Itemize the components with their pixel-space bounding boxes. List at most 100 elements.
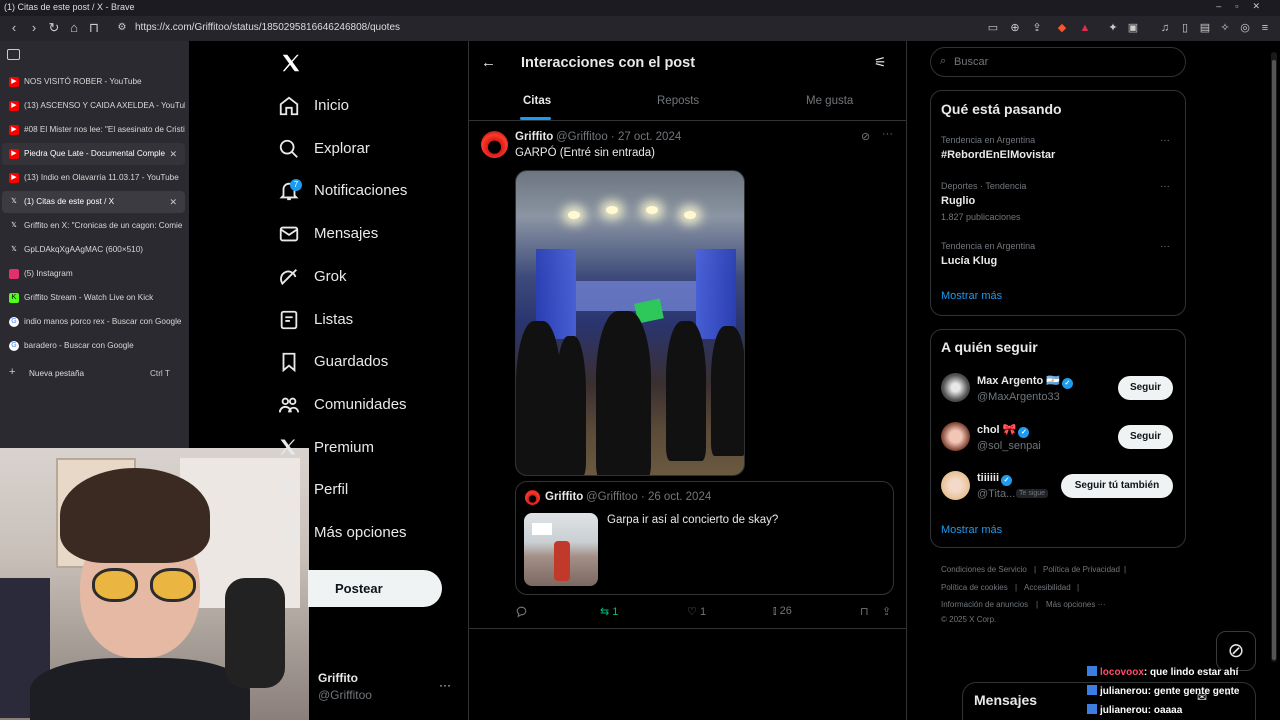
trend-name[interactable]: Ruglio <box>941 195 975 207</box>
reload-icon[interactable]: ↻ <box>46 20 62 36</box>
suggest-handle[interactable]: @sol_senpai <box>977 440 1041 452</box>
avatar[interactable] <box>941 471 970 500</box>
footer-more-link[interactable]: Más opciones ··· <box>1046 600 1106 609</box>
more-icon[interactable]: ··· <box>1160 241 1170 252</box>
grok-fab-button[interactable]: ⊘ <box>1216 631 1256 671</box>
follow-back-button[interactable]: Seguir tú también <box>1061 474 1173 498</box>
suggest-name[interactable]: tiiiiii ✓ <box>977 472 1012 486</box>
close-tab-icon[interactable]: ✕ <box>169 191 177 213</box>
tab-title: (5) Instagram <box>24 269 73 278</box>
account-name[interactable]: Griffito <box>318 671 358 685</box>
back-arrow-icon[interactable]: ← <box>481 54 496 71</box>
tab-citas[interactable]: Citas <box>523 95 551 107</box>
zoom-icon[interactable]: ⊕ <box>1008 21 1022 35</box>
vpn-icon[interactable]: ◎ <box>1238 21 1252 35</box>
post-author-name[interactable]: Griffito <box>515 131 553 143</box>
suggest-handle[interactable]: @Tita... <box>977 488 1015 500</box>
new-tab-shortcut: Ctrl T <box>150 369 170 378</box>
tab-item[interactable]: ▶ #08 El Mister nos lee: "El asesinato de… <box>2 119 185 141</box>
chat-message: julianerou: oaaaa <box>1087 704 1182 716</box>
nav-item-label: Comunidades <box>314 395 407 413</box>
follow-button[interactable]: Seguir <box>1118 376 1173 400</box>
media-icon[interactable]: ♫ <box>1158 21 1172 35</box>
search-icon <box>278 138 302 162</box>
plus-icon[interactable]: + <box>9 366 15 378</box>
cast-icon[interactable]: ▭ <box>986 21 1000 35</box>
tab-item[interactable]: 𝕏 GpLDAkqXgAAgMAC (600×510) <box>2 239 185 261</box>
address-bar[interactable]: https://x.com/Griffitoo/status/185029581… <box>135 22 400 33</box>
avatar[interactable] <box>941 373 970 402</box>
follows-you-badge: Te sigue <box>1016 489 1049 498</box>
share-icon[interactable]: ⇪ <box>882 605 891 618</box>
extensions-icon[interactable]: ✦ <box>1106 21 1120 35</box>
tab-item[interactable]: 𝕏 (1) Citas de este post / X ✕ <box>2 191 185 213</box>
footer-privacy-link[interactable]: Política de Privacidad <box>1043 565 1120 574</box>
leo-icon[interactable]: ✧ <box>1218 21 1232 35</box>
nav-item-label: Inicio <box>314 97 350 114</box>
brave-shield-icon[interactable]: ◆ <box>1055 21 1069 35</box>
who-show-more[interactable]: Mostrar más <box>941 524 1002 536</box>
follow-button[interactable]: Seguir <box>1118 425 1173 449</box>
tab-item[interactable]: Gbaradero - Buscar con Google <box>2 335 185 357</box>
footer-cookies-link[interactable]: Política de cookies <box>941 583 1008 592</box>
scrollbar-thumb[interactable] <box>1272 60 1276 660</box>
window-controls[interactable]: –▫✕ <box>1216 1 1274 12</box>
filter-icon[interactable]: ⚟ <box>874 54 887 71</box>
sidebar-toggle-icon[interactable]: ▯ <box>1178 21 1192 35</box>
tab-item[interactable]: Gindio manos porco rex - Buscar con Goog… <box>2 311 185 333</box>
views-button[interactable]: ⫾ 26 <box>773 605 792 618</box>
trend-name[interactable]: Lucía Klug <box>941 255 997 267</box>
forward-icon[interactable]: › <box>26 20 42 36</box>
reply-icon[interactable] <box>515 605 528 618</box>
new-tab-button[interactable]: Nueva pestaña <box>29 369 84 378</box>
footer-ads-link[interactable]: Información de anuncios <box>941 600 1028 609</box>
tab-item[interactable]: (5) Instagram <box>2 263 185 285</box>
post-button[interactable]: Postear <box>308 570 442 607</box>
footer-terms-link[interactable]: Condiciones de Servicio <box>941 565 1027 574</box>
account-handle[interactable]: @Griffitoo <box>318 688 372 702</box>
tab-item[interactable]: ▶ (13) ASCENSO Y CAIDA AXELDEA - YouTube <box>2 95 185 117</box>
avatar[interactable] <box>481 131 508 158</box>
post-author-handle[interactable]: @Griffitoo · 27 oct. 2024 <box>556 131 681 143</box>
post-photo[interactable] <box>515 170 745 476</box>
tab-me-gusta[interactable]: Me gusta <box>806 95 853 107</box>
tab-item[interactable]: K Griffito Stream - Watch Live on Kick <box>2 287 185 309</box>
tab-title: Griffito en X: "Cronicas de un cagon: Co… <box>24 221 183 230</box>
suggest-handle[interactable]: @MaxArgento33 <box>977 391 1060 403</box>
bookmark-icon[interactable]: ⊓ <box>860 605 869 618</box>
suggest-name[interactable]: Max Argento 🇦🇷 ✓ <box>977 374 1073 389</box>
trend-count: 1.827 publicaciones <box>941 212 1021 222</box>
tab-item[interactable]: ▶ Piedra Que Late - Documental Comple ✕ <box>2 143 185 165</box>
repost-icon: ⇆ <box>600 606 610 618</box>
trend-name[interactable]: #RebordEnElMovistar <box>941 149 1055 161</box>
tab-reposts[interactable]: Reposts <box>657 95 699 107</box>
avatar[interactable] <box>941 422 970 451</box>
trends-show-more[interactable]: Mostrar más <box>941 290 1002 302</box>
tab-item[interactable]: ▶ (13) Indio en Olavarría 11.03.17 - YouT… <box>2 167 185 189</box>
site-info-icon[interactable]: ⚙ <box>114 20 130 36</box>
x-logo-icon[interactable] <box>280 52 302 74</box>
like-button[interactable]: ♡ 1 <box>687 605 706 618</box>
back-icon[interactable]: ‹ <box>6 20 22 36</box>
close-tab-icon[interactable]: ✕ <box>169 143 177 165</box>
sidebar-panel-icon[interactable] <box>7 49 20 60</box>
menu-icon[interactable]: ≡ <box>1258 21 1272 35</box>
more-icon[interactable]: ··· <box>882 128 893 140</box>
share-icon[interactable]: ⇪ <box>1030 21 1044 35</box>
account-more-icon[interactable]: ··· <box>439 678 451 692</box>
brave-rewards-icon[interactable]: ▲ <box>1078 21 1092 35</box>
wallet-icon[interactable]: ▣ <box>1126 21 1140 35</box>
home-icon[interactable]: ⌂ <box>66 20 82 36</box>
wallet-icon[interactable]: ▤ <box>1198 21 1212 35</box>
streamer-shirt <box>30 658 250 720</box>
grok-icon[interactable]: ⊘ <box>861 130 870 143</box>
bookmark-icon[interactable]: ⊓ <box>86 20 102 36</box>
tab-item[interactable]: ▶ NOS VISITÓ ROBER - YouTube <box>2 71 185 93</box>
suggest-name[interactable]: chol 🎀 ✓ <box>977 423 1030 438</box>
footer-accessibility-link[interactable]: Accesibilidad <box>1024 583 1071 592</box>
more-icon[interactable]: ··· <box>1160 135 1170 146</box>
footer-divider: | <box>1034 565 1037 574</box>
repost-button[interactable]: ⇆ 1 <box>600 605 618 618</box>
tab-item[interactable]: 𝕏 Griffito en X: "Cronicas de un cagon: C… <box>2 215 185 237</box>
more-icon[interactable]: ··· <box>1160 181 1170 192</box>
